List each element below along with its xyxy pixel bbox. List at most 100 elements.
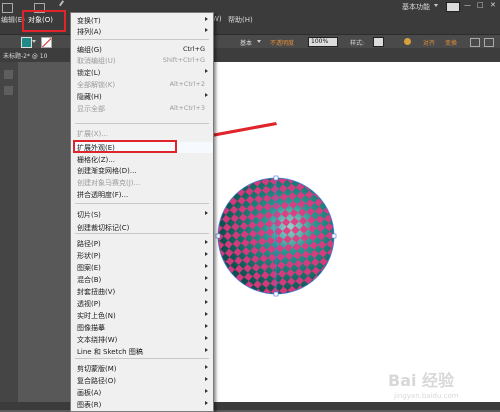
selection-tool-icon[interactable] [4,70,13,79]
menu-item[interactable]: 图表(R) [71,399,213,410]
menu-item[interactable]: 画板(A) [71,387,213,398]
menu-item-label: 剪切蒙版(M) [77,365,117,373]
brush-icon[interactable] [59,0,69,10]
menu-item[interactable]: 创建裁切标记(C) [71,222,213,233]
document-tab[interactable]: 未标题-2* @ 10 [3,51,47,60]
menu-item-label: 显示全部 [77,105,105,113]
menu-item[interactable]: 编组(G) Ctrl+G [71,44,213,55]
minimize-icon[interactable]: — [464,1,471,9]
submenu-arrow-icon [205,28,208,32]
menu-item-label: Line 和 Sketch 图稿 [77,348,143,356]
menu-separator [75,203,209,204]
submenu-arrow-icon [205,93,208,97]
submenu-arrow-icon [205,276,208,280]
menu-separator [75,233,209,234]
menu-item[interactable]: 透视(P) [71,298,213,309]
submenu-arrow-icon [205,377,208,381]
sphere-artwork[interactable] [212,168,342,304]
submenu-arrow-icon [205,336,208,340]
menu-item-shortcut: Ctrl+G [182,45,205,53]
isolate-icon[interactable] [470,38,480,47]
menu-item[interactable]: 路径(P) [71,238,213,249]
submenu-arrow-icon [205,389,208,393]
menu-item-label: 创建渐变网格(D)... [77,167,137,175]
menu-separator [75,39,209,40]
menu-item[interactable]: 封套扭曲(V) [71,286,213,297]
menu-item-label: 锁定(L) [77,69,101,77]
menu-item[interactable]: 排列(A) [71,26,213,37]
watermark-logo: Bai 经验 [388,371,455,390]
fill-swatch[interactable] [21,37,32,48]
chevron-down-icon[interactable] [257,40,261,43]
submenu-arrow-icon [205,17,208,21]
menu-item-label: 切片(S) [77,211,101,219]
menu-item-label: 创建裁切标记(C) [77,224,130,232]
menu-item-shortcut: Alt+Ctrl+3 [169,104,205,112]
stroke-swatch[interactable] [41,37,52,48]
menu-item[interactable]: 拼合透明度(F)... [71,189,213,200]
menu-item-label: 栅格化(Z)... [77,156,115,164]
menu-item-label: 画板(A) [77,389,102,397]
opacity-value: 100% [311,38,329,45]
highlight-box [73,140,177,153]
menu-item-label: 变换(T) [77,17,101,25]
menu-item[interactable]: 栅格化(Z)... [71,154,213,165]
menu-item[interactable]: 复合路径(O) [71,375,213,386]
menu-item[interactable]: 锁定(L) [71,67,213,78]
anchor-handle[interactable] [273,175,279,181]
align-button[interactable]: 对齐 [423,38,435,47]
menu-item-label: 隐藏(H) [77,93,102,101]
submenu-arrow-icon [205,211,208,215]
anchor-handle[interactable] [273,291,279,297]
submenu-arrow-icon [205,264,208,268]
stroke-style[interactable]: 基本 [240,38,252,47]
direct-selection-tool-icon[interactable] [4,86,13,95]
menu-help[interactable]: 帮助(H) [228,15,253,25]
close-icon[interactable]: ✕ [490,1,496,9]
menu-item[interactable]: 剪切蒙版(M) [71,363,213,374]
submenu-arrow-icon [205,240,208,244]
menu-item-label: 混合(B) [77,276,102,284]
submenu-arrow-icon [205,252,208,256]
menu-item[interactable]: 变换(T) [71,15,213,26]
menu-item-label: 排列(A) [77,28,102,36]
menu-item-label: 拼合透明度(F)... [77,191,129,199]
menu-item-shortcut: Alt+Ctrl+2 [169,80,205,88]
workspace-switcher[interactable]: 基本功能 [402,2,430,12]
submenu-arrow-icon [205,288,208,292]
menu-item-label: 图像描摹 [77,324,105,332]
menu-item[interactable]: 形状(P) [71,250,213,261]
recolor-icon[interactable] [404,38,411,45]
search-box[interactable] [446,2,460,12]
submenu-arrow-icon [205,324,208,328]
watermark: Bai 经验 jingyan.baidu.com [388,367,498,402]
opacity-field[interactable]: 100% [308,37,338,47]
transform-button[interactable]: 变换 [445,38,457,47]
tools-panel [0,62,18,402]
menu-item-shortcut: Shift+Ctrl+G [162,56,205,64]
style-swatch[interactable] [373,37,384,47]
menu-item[interactable]: 切片(S) [71,209,213,220]
menu-item[interactable]: 隐藏(H) [71,91,213,102]
submenu-arrow-icon [205,69,208,73]
opacity-label[interactable]: 不透明度 [270,38,294,47]
anchor-handle[interactable] [331,233,337,239]
menu-item[interactable]: 混合(B) [71,274,213,285]
menu-item[interactable]: 图像描摹 [71,322,213,333]
menu-item[interactable]: 图案(E) [71,262,213,273]
menu-item-label: 封套扭曲(V) [77,288,116,296]
object-menu: 变换(T) 排列(A) 编组(G) Ctrl+G 取消编组(U) Shift+Ctrl+G… [70,12,214,412]
menu-item: 取消编组(U) Shift+Ctrl+G [71,55,213,66]
menu-item[interactable]: 文本绕排(W) [71,334,213,345]
menu-item[interactable]: 实时上色(N) [71,310,213,321]
menu-item[interactable]: Line 和 Sketch 图稿 [71,346,213,357]
menu-item: 创建对象马赛克(J)... [71,177,213,188]
menu-item[interactable]: 创建渐变网格(D)... [71,165,213,176]
chevron-down-icon[interactable] [32,40,36,43]
menu-item-label: 复合路径(O) [77,377,116,385]
panel-menu-icon[interactable] [484,38,494,47]
chevron-down-icon[interactable] [434,4,438,7]
maximize-icon[interactable]: □ [477,1,484,9]
anchor-handle[interactable] [215,233,221,239]
menu-item-label: 图表(R) [77,401,102,409]
